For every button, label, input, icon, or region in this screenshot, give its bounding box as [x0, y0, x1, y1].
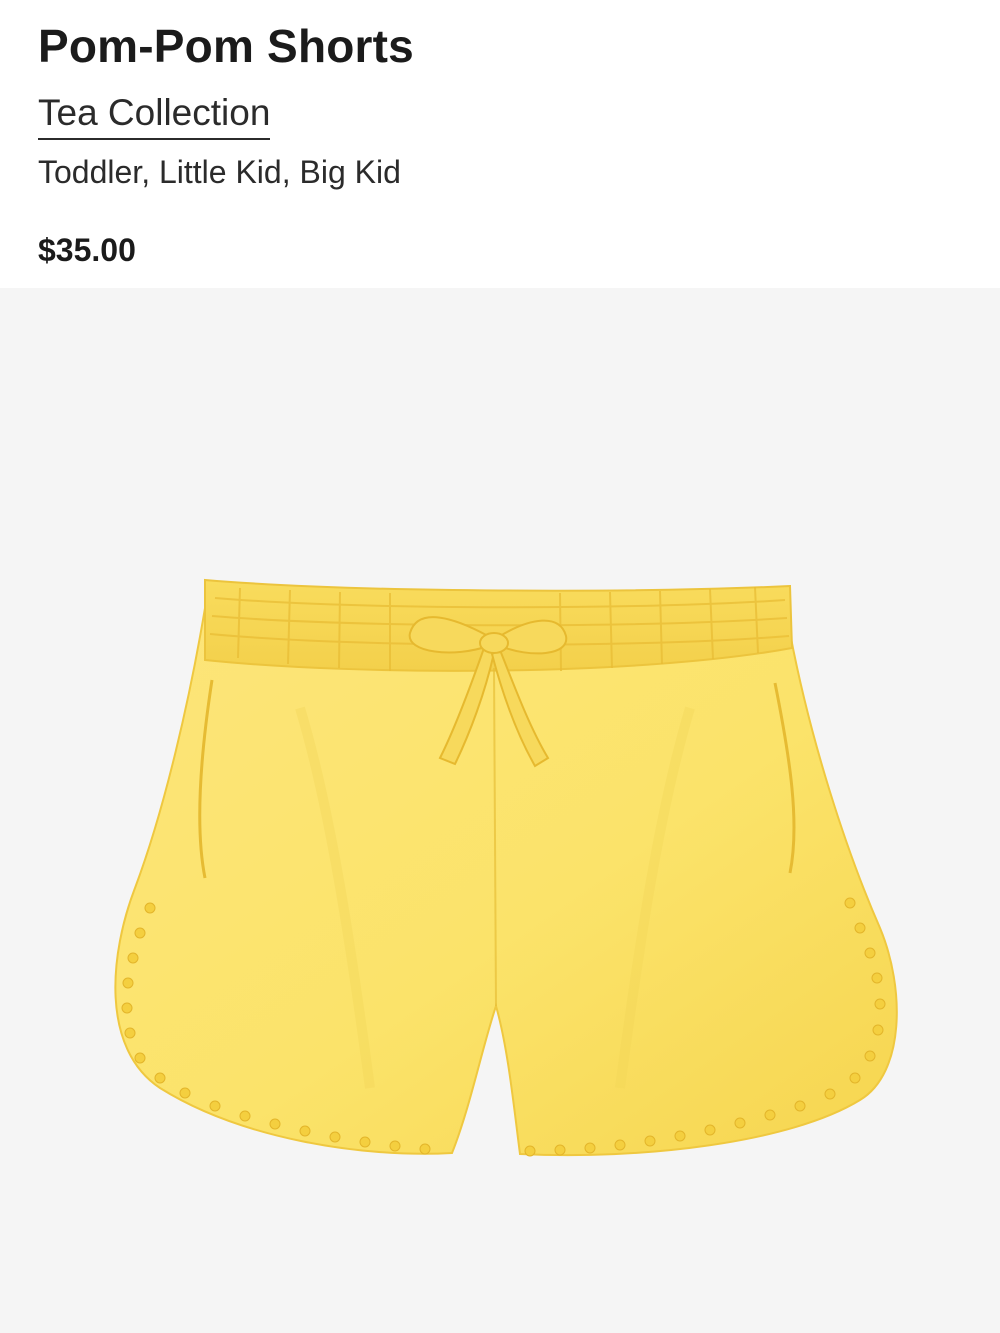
shorts-illustration	[114, 578, 898, 1157]
product-price: $35.00	[38, 232, 136, 268]
brand-link[interactable]: Tea Collection	[38, 90, 271, 140]
product-image[interactable]	[0, 288, 1000, 1333]
size-range: Toddler, Little Kid, Big Kid	[38, 154, 401, 190]
product-header: Pom-Pom Shorts Tea Collection Toddler, L…	[0, 0, 1000, 288]
product-title: Pom-Pom Shorts	[38, 20, 414, 72]
